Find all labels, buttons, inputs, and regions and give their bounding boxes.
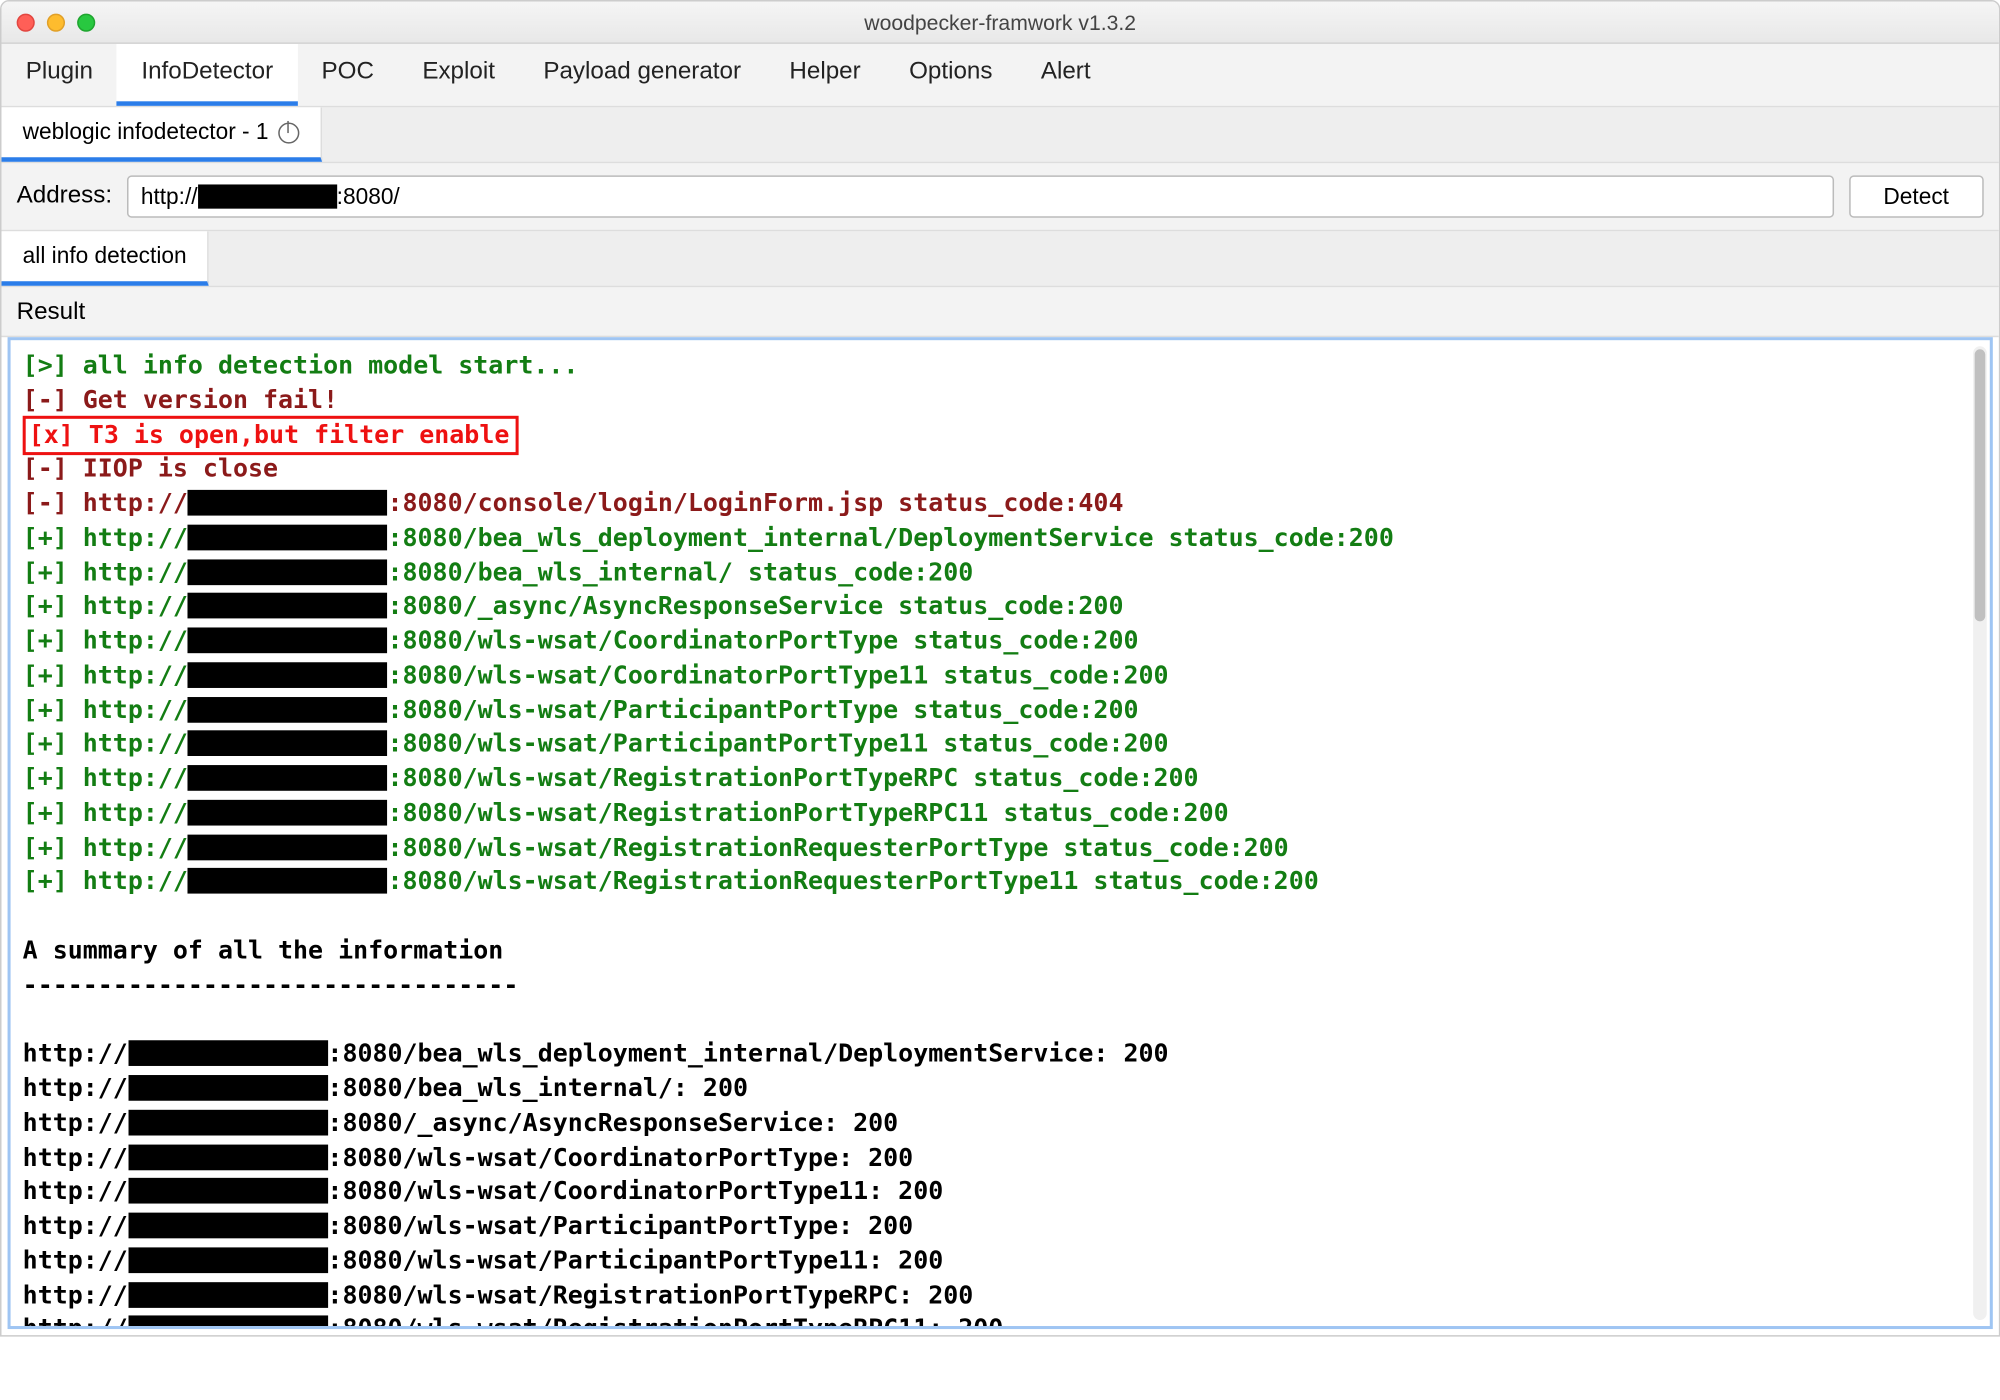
window-title: woodpecker-framwork v1.3.2: [2, 10, 1999, 34]
menu-item-poc[interactable]: POC: [297, 44, 398, 106]
result-line: http://:8080/bea_wls_deployment_internal…: [23, 1038, 1978, 1072]
menu-item-infodetector[interactable]: InfoDetector: [117, 44, 297, 106]
redacted-host: [188, 490, 388, 516]
titlebar: woodpecker-framwork v1.3.2: [2, 2, 1999, 44]
power-icon[interactable]: [278, 122, 299, 143]
redacted-host: [128, 1282, 328, 1308]
result-line: [-] Get version fail!: [23, 384, 1978, 418]
redacted-host: [188, 765, 388, 791]
redacted-host: [188, 800, 388, 826]
tab-label: weblogic infodetector - 1: [23, 119, 269, 145]
result-line: http://:8080/wls-wsat/RegistrationPortTy…: [23, 1313, 1978, 1329]
result-label: Result: [2, 287, 1999, 337]
menubar: PluginInfoDetectorPOCExploitPayload gene…: [2, 44, 1999, 108]
result-line: [-] IIOP is close: [23, 453, 1978, 487]
address-value-suffix: :8080/: [337, 184, 400, 210]
result-line: [>] all info detection model start...: [23, 349, 1978, 383]
redacted-host: [128, 1213, 328, 1239]
subtabbar: all info detection: [2, 231, 1999, 287]
result-line: [+] http://:8080/wls-wsat/RegistrationRe…: [23, 831, 1978, 865]
redacted-host: [188, 869, 388, 895]
result-line: http://:8080/_async/AsyncResponseService…: [23, 1107, 1978, 1141]
redacted-host: [128, 1316, 328, 1329]
menu-item-payload-generator[interactable]: Payload generator: [519, 44, 765, 106]
address-input[interactable]: http:// :8080/: [127, 175, 1833, 217]
redacted-host: [188, 559, 388, 585]
tabbar: weblogic infodetector - 1: [2, 107, 1999, 163]
result-line: [+] http://:8080/bea_wls_internal/ statu…: [23, 556, 1978, 590]
result-pane: [>] all info detection model start...[-]…: [8, 337, 1993, 1329]
menu-item-exploit[interactable]: Exploit: [398, 44, 519, 106]
redacted-host: [188, 628, 388, 654]
result-line: http://:8080/wls-wsat/ParticipantPortTyp…: [23, 1244, 1978, 1278]
address-value-prefix: http://: [141, 184, 198, 210]
result-line: http://:8080/bea_wls_internal/: 200: [23, 1072, 1978, 1106]
result-line: [+] http://:8080/wls-wsat/ParticipantPor…: [23, 693, 1978, 727]
result-line: [23, 1003, 1978, 1037]
result-text[interactable]: [>] all info detection model start...[-]…: [11, 340, 1990, 1329]
result-line: ---------------------------------: [23, 969, 1978, 1003]
menu-item-options[interactable]: Options: [885, 44, 1017, 106]
result-line: http://:8080/wls-wsat/CoordinatorPortTyp…: [23, 1141, 1978, 1175]
result-line: [+] http://:8080/wls-wsat/RegistrationRe…: [23, 866, 1978, 900]
detect-button[interactable]: Detect: [1849, 175, 1984, 217]
redacted-host: [188, 697, 388, 723]
tab-infodetector[interactable]: weblogic infodetector - 1: [2, 107, 322, 161]
redacted-host: [128, 1178, 328, 1204]
app-window: woodpecker-framwork v1.3.2 PluginInfoDet…: [0, 0, 2000, 1337]
redacted-host: [128, 1144, 328, 1170]
result-line: [-] http://:8080/console/login/LoginForm…: [23, 487, 1978, 521]
redacted-host: [188, 662, 388, 688]
address-label: Address:: [17, 183, 112, 210]
subtab-all-info[interactable]: all info detection: [2, 231, 210, 285]
redacted-host: [188, 524, 388, 550]
scrollbar[interactable]: [1973, 346, 1987, 1320]
result-line: http://:8080/wls-wsat/ParticipantPortTyp…: [23, 1210, 1978, 1244]
result-line: [+] http://:8080/_async/AsyncResponseSer…: [23, 590, 1978, 624]
redacted-host: [198, 184, 337, 208]
redacted-host: [128, 1110, 328, 1136]
redacted-host: [188, 731, 388, 757]
menu-item-plugin[interactable]: Plugin: [2, 44, 118, 106]
redacted-host: [128, 1075, 328, 1101]
redacted-host: [128, 1041, 328, 1067]
result-line: [+] http://:8080/wls-wsat/RegistrationPo…: [23, 762, 1978, 796]
redacted-host: [188, 593, 388, 619]
redacted-host: [128, 1247, 328, 1273]
result-line: http://:8080/wls-wsat/CoordinatorPortTyp…: [23, 1175, 1978, 1209]
result-line: [+] http://:8080/wls-wsat/RegistrationPo…: [23, 797, 1978, 831]
scroll-thumb[interactable]: [1975, 349, 1986, 621]
result-line: [+] http://:8080/wls-wsat/ParticipantPor…: [23, 728, 1978, 762]
menu-item-helper[interactable]: Helper: [765, 44, 885, 106]
result-line: [+] http://:8080/wls-wsat/CoordinatorPor…: [23, 659, 1978, 693]
result-line: A summary of all the information: [23, 934, 1978, 968]
result-line: [23, 900, 1978, 934]
address-row: Address: http:// :8080/ Detect: [2, 163, 1999, 231]
result-line: [x] T3 is open,but filter enable: [23, 418, 1978, 452]
result-line: [+] http://:8080/bea_wls_deployment_inte…: [23, 521, 1978, 555]
result-line: [+] http://:8080/wls-wsat/CoordinatorPor…: [23, 625, 1978, 659]
result-line: http://:8080/wls-wsat/RegistrationPortTy…: [23, 1279, 1978, 1313]
menu-item-alert[interactable]: Alert: [1017, 44, 1115, 106]
redacted-host: [188, 834, 388, 860]
